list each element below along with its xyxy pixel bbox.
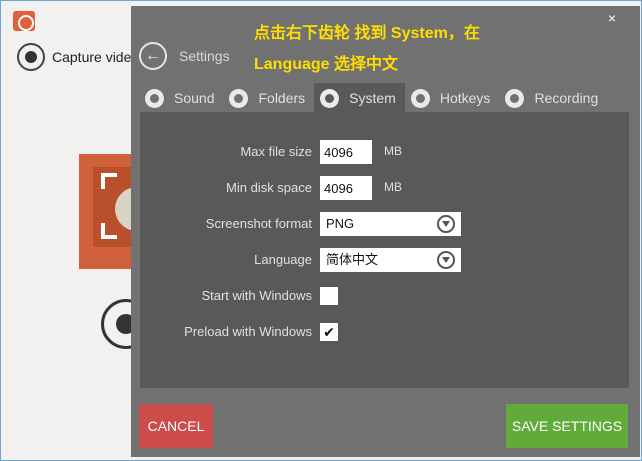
app-logo-icon (13, 11, 35, 31)
save-settings-button[interactable]: SAVE SETTINGS (506, 404, 628, 448)
tab-recording[interactable]: Recording (499, 83, 607, 113)
screenshot-format-select[interactable]: PNG (320, 212, 461, 236)
back-arrow-icon[interactable]: ← (139, 42, 167, 70)
crop-corner-icon (101, 223, 117, 239)
language-select[interactable]: 简体中文 (320, 248, 461, 272)
start-with-windows-label: Start with Windows (201, 288, 312, 303)
tab-label: Sound (174, 90, 215, 106)
annotation-line-2: Language 选择中文 (254, 56, 399, 73)
min-disk-space-input[interactable] (320, 176, 372, 200)
language-value: 简体中文 (326, 252, 379, 267)
max-file-size-row: Max file size MB (140, 140, 629, 164)
preload-with-windows-label: Preload with Windows (184, 324, 312, 339)
min-disk-space-row: Min disk space MB (140, 176, 629, 200)
max-file-size-input[interactable] (320, 140, 372, 164)
dialog-title: Settings (179, 48, 230, 64)
tab-system[interactable]: System (314, 83, 405, 113)
settings-dialog: × ← Settings 点击右下齿轮 找到 System，在 Language… (131, 6, 640, 457)
capture-radio-icon[interactable] (17, 43, 45, 71)
tab-folders[interactable]: Folders (223, 83, 314, 113)
tab-label: Hotkeys (439, 90, 491, 106)
screenshot-format-value: PNG (326, 216, 355, 231)
min-disk-space-label: Min disk space (226, 180, 312, 195)
capture-video-label: Capture video (52, 49, 140, 65)
keyboard-icon (410, 88, 430, 108)
close-icon[interactable]: × (608, 10, 616, 26)
record-icon (505, 88, 525, 108)
language-label: Language (254, 252, 312, 267)
system-settings-panel: Max file size MB Min disk space MB Scree… (140, 112, 629, 388)
annotation-line-1: 点击右下齿轮 找到 System，在 (254, 25, 480, 42)
speaker-icon (145, 88, 164, 108)
chevron-down-icon (437, 215, 455, 233)
checkmark-icon: ✔ (323, 324, 335, 340)
gear-icon (320, 88, 340, 108)
max-file-size-unit: MB (384, 144, 402, 158)
tab-hotkeys[interactable]: Hotkeys (405, 83, 500, 113)
start-with-windows-row: Start with Windows (140, 284, 629, 308)
chevron-down-icon (437, 251, 455, 269)
settings-tabs: Sound Folders System Hotkeys Recording (139, 83, 607, 113)
min-disk-space-unit: MB (384, 180, 402, 194)
tab-label: Folders (258, 90, 306, 106)
instruction-annotation: 点击右下齿轮 找到 System，在 Language 选择中文 (254, 18, 480, 80)
screenshot-format-row: Screenshot format PNG (140, 212, 629, 236)
max-file-size-label: Max file size (240, 144, 312, 159)
tab-label: System (349, 90, 396, 106)
language-row: Language 简体中文 (140, 248, 629, 272)
folder-icon (229, 88, 249, 108)
tab-sound[interactable]: Sound (139, 83, 223, 113)
crop-corner-icon (101, 173, 117, 189)
preload-with-windows-checkbox[interactable]: ✔ (320, 323, 338, 341)
cancel-button[interactable]: CANCEL (139, 404, 213, 448)
start-with-windows-checkbox[interactable] (320, 287, 338, 305)
preload-with-windows-row: Preload with Windows ✔ (140, 320, 629, 344)
screenshot-format-label: Screenshot format (205, 216, 312, 231)
tab-label: Recording (534, 90, 599, 106)
